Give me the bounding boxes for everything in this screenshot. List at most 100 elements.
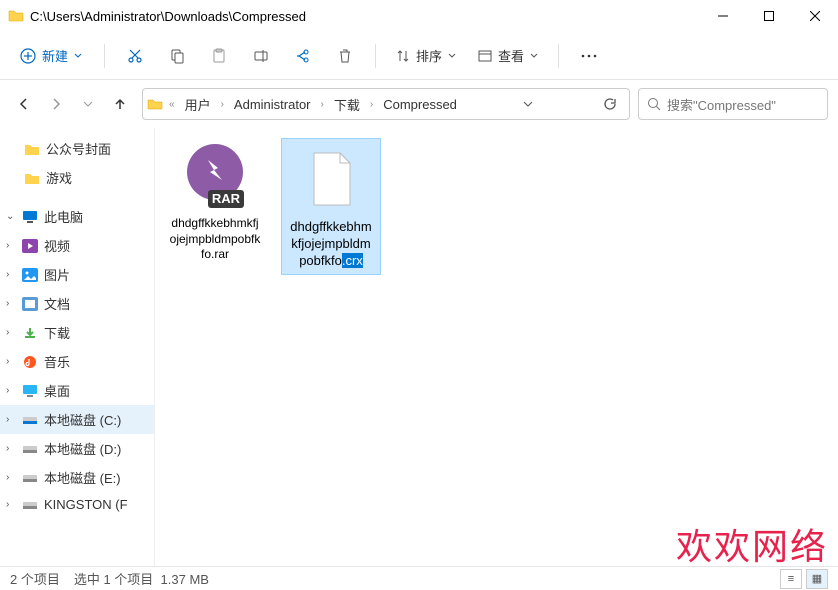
file-name: dhdgffkkebhmkfjojejmpbldmpobfkfo.crx — [284, 217, 378, 272]
icons-view-button[interactable]: ▦ — [806, 569, 828, 589]
sidebar-item-quick[interactable]: 公众号封面 — [0, 134, 154, 163]
cut-button[interactable] — [117, 38, 153, 74]
share-icon — [295, 48, 311, 64]
status-count: 2 个项目 — [10, 569, 60, 588]
refresh-button[interactable] — [595, 97, 625, 111]
minimize-button[interactable] — [700, 0, 746, 32]
share-button[interactable] — [285, 38, 321, 74]
plus-circle-icon — [20, 48, 36, 64]
chevron-right-icon: › — [319, 99, 326, 110]
window-title: C:\Users\Administrator\Downloads\Compres… — [30, 9, 700, 24]
chevron-right-icon[interactable]: › — [6, 356, 16, 367]
new-button[interactable]: 新建 — [10, 40, 92, 71]
pictures-icon — [22, 268, 38, 282]
chevron-right-icon[interactable]: › — [6, 414, 16, 425]
drive-icon — [22, 471, 38, 485]
sidebar-item-music[interactable]: ›音乐 — [0, 347, 154, 376]
file-item-rar[interactable]: RAR dhdgffkkebhmkfjojejmpbldmpobfkfo.rar — [165, 138, 265, 265]
folder-icon — [147, 96, 163, 112]
sidebar-item-documents[interactable]: ›文档 — [0, 289, 154, 318]
breadcrumb-item[interactable]: Compressed — [379, 95, 461, 114]
sort-label: 排序 — [416, 46, 442, 65]
sidebar: 公众号封面 游戏 ⌄ 此电脑 ›视频 ›图片 ›文档 ›下载 ›音乐 ›桌面 ›… — [0, 128, 155, 566]
blank-file-icon — [284, 141, 380, 217]
status-bar: 2 个项目 选中 1 个项目 1.37 MB ≡ ▦ — [0, 566, 838, 590]
recent-button[interactable] — [74, 90, 102, 118]
monitor-icon — [22, 210, 38, 224]
back-button[interactable] — [10, 90, 38, 118]
chevron-right-icon[interactable]: › — [6, 269, 16, 280]
chevron-down-icon — [530, 52, 538, 60]
breadcrumb-item[interactable]: 下载 — [330, 93, 364, 116]
sidebar-item-downloads[interactable]: ›下载 — [0, 318, 154, 347]
maximize-button[interactable] — [746, 0, 792, 32]
sort-button[interactable]: 排序 — [388, 40, 464, 71]
search-icon — [647, 97, 661, 111]
download-icon — [22, 326, 38, 340]
chevron-right-icon[interactable]: › — [6, 472, 16, 483]
forward-button[interactable] — [42, 90, 70, 118]
file-pane[interactable]: RAR dhdgffkkebhmkfjojejmpbldmpobfkfo.rar… — [155, 128, 838, 566]
selected-extension: .crx — [342, 253, 363, 268]
chevron-double-icon[interactable]: « — [167, 99, 177, 110]
folder-icon — [8, 8, 24, 24]
drive-icon — [22, 413, 38, 427]
address-bar[interactable]: « 用户 › Administrator › 下载 › Compressed — [142, 88, 630, 120]
separator — [104, 44, 105, 68]
new-label: 新建 — [42, 46, 68, 65]
view-button[interactable]: 查看 — [470, 40, 546, 71]
drive-icon — [22, 498, 38, 512]
folder-icon — [24, 171, 40, 185]
rename-icon — [253, 48, 269, 64]
rename-button[interactable] — [243, 38, 279, 74]
chevron-right-icon[interactable]: › — [6, 385, 16, 396]
copy-button[interactable] — [159, 38, 195, 74]
chevron-down-icon[interactable]: ⌄ — [6, 211, 16, 222]
sidebar-item-videos[interactable]: ›视频 — [0, 231, 154, 260]
nav-row: « 用户 › Administrator › 下载 › Compressed 搜… — [0, 80, 838, 128]
chevron-right-icon[interactable]: › — [6, 240, 16, 251]
separator — [375, 44, 376, 68]
file-item-crx[interactable]: dhdgffkkebhmkfjojejmpbldmpobfkfo.crx — [281, 138, 381, 275]
scissors-icon — [127, 48, 143, 64]
sidebar-item-quick[interactable]: 游戏 — [0, 163, 154, 192]
sidebar-item-drive-f[interactable]: ›KINGSTON (F — [0, 492, 154, 517]
up-button[interactable] — [106, 90, 134, 118]
rar-icon: RAR — [167, 138, 263, 214]
copy-icon — [169, 48, 185, 64]
search-box[interactable]: 搜索"Compressed" — [638, 88, 828, 120]
sidebar-item-drive-c[interactable]: ›本地磁盘 (C:) — [0, 405, 154, 434]
close-button[interactable] — [792, 0, 838, 32]
sidebar-item-drive-e[interactable]: ›本地磁盘 (E:) — [0, 463, 154, 492]
drive-icon — [22, 442, 38, 456]
desktop-icon — [22, 384, 38, 398]
paste-button[interactable] — [201, 38, 237, 74]
details-view-button[interactable]: ≡ — [780, 569, 802, 589]
breadcrumb-item[interactable]: Administrator — [230, 95, 315, 114]
sidebar-item-desktop[interactable]: ›桌面 — [0, 376, 154, 405]
chevron-down-icon — [448, 52, 456, 60]
sidebar-item-thispc[interactable]: ⌄ 此电脑 — [0, 202, 154, 231]
video-icon — [22, 239, 38, 253]
chevron-right-icon[interactable]: › — [6, 327, 16, 338]
sidebar-item-pictures[interactable]: ›图片 — [0, 260, 154, 289]
view-label: 查看 — [498, 46, 524, 65]
chevron-right-icon: › — [368, 99, 375, 110]
trash-icon — [337, 48, 353, 64]
separator — [558, 44, 559, 68]
status-selection: 选中 1 个项目 1.37 MB — [74, 569, 209, 588]
address-dropdown[interactable] — [515, 99, 541, 109]
chevron-right-icon[interactable]: › — [6, 499, 16, 510]
folder-icon — [24, 142, 40, 156]
search-placeholder: 搜索"Compressed" — [667, 95, 776, 114]
svg-text:RAR: RAR — [212, 191, 241, 206]
chevron-right-icon[interactable]: › — [6, 298, 16, 309]
breadcrumb-item[interactable]: 用户 — [181, 93, 215, 116]
more-button[interactable] — [571, 38, 607, 74]
delete-button[interactable] — [327, 38, 363, 74]
sidebar-item-drive-d[interactable]: ›本地磁盘 (D:) — [0, 434, 154, 463]
sort-icon — [396, 49, 410, 63]
titlebar: C:\Users\Administrator\Downloads\Compres… — [0, 0, 838, 32]
chevron-down-icon — [74, 52, 82, 60]
chevron-right-icon[interactable]: › — [6, 443, 16, 454]
